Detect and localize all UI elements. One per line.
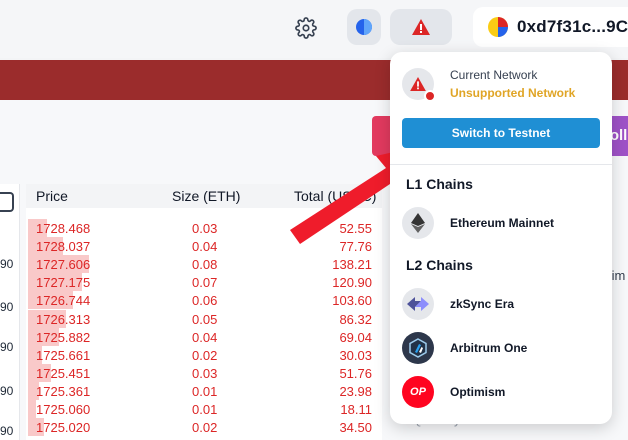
row-size: 0.01 bbox=[192, 383, 218, 399]
optimism-badge-text: OP bbox=[410, 386, 426, 398]
row-price: 1728.468 bbox=[36, 221, 91, 236]
orderbook-row[interactable]: 1725.060 0.01 18.11 bbox=[26, 400, 382, 418]
camera-icon[interactable] bbox=[0, 192, 14, 212]
orderbook-row[interactable]: 1726.744 0.06 103.60 bbox=[26, 291, 382, 310]
row-size: 0.01 bbox=[192, 402, 218, 417]
switch-network-button[interactable]: Switch to Testnet bbox=[402, 118, 600, 148]
network-item-label: Optimism bbox=[450, 385, 506, 399]
row-total: 69.04 bbox=[339, 329, 372, 345]
arbitrum-icon bbox=[402, 332, 434, 364]
column-header-size: Size (ETH) bbox=[172, 188, 241, 204]
gear-icon[interactable] bbox=[295, 17, 317, 39]
row-total: 18.11 bbox=[340, 402, 372, 417]
row-total: 120.90 bbox=[332, 275, 372, 291]
network-item-ethereum[interactable]: Ethereum Mainnet bbox=[390, 203, 612, 243]
row-price: 1725.361 bbox=[36, 383, 91, 399]
row-total: 51.76 bbox=[339, 365, 372, 381]
network-dropdown: Current Network Unsupported Network Swit… bbox=[390, 52, 612, 424]
zksync-icon bbox=[402, 288, 434, 320]
row-size: 0.02 bbox=[192, 347, 218, 363]
ethereum-icon bbox=[402, 207, 434, 239]
half-moon-icon bbox=[356, 19, 372, 35]
wallet-avatar-icon bbox=[488, 17, 508, 37]
row-total: 103.60 bbox=[332, 293, 372, 309]
orderbook-row[interactable]: 1727.175 0.07 120.90 bbox=[26, 273, 382, 292]
theme-toggle-button[interactable] bbox=[347, 9, 381, 45]
left-value: 90 bbox=[0, 300, 14, 314]
orderbook-row[interactable]: 1726.313 0.05 86.32 bbox=[26, 309, 382, 328]
row-size: 0.06 bbox=[192, 293, 218, 309]
row-size: 0.07 bbox=[192, 275, 218, 291]
row-price: 1728.037 bbox=[36, 239, 91, 255]
row-price: 1727.606 bbox=[36, 257, 91, 273]
row-size: 0.04 bbox=[192, 239, 218, 255]
row-price: 1725.451 bbox=[36, 365, 91, 381]
orderbook-row[interactable]: 1725.661 0.02 30.03 bbox=[26, 345, 382, 364]
network-item-arbitrum[interactable]: Arbitrum One bbox=[390, 328, 612, 368]
wallet-address: 0xd7f31c...9C9 bbox=[517, 17, 628, 36]
row-total: 34.50 bbox=[339, 420, 372, 436]
left-value: 90 bbox=[0, 424, 14, 438]
warning-icon bbox=[412, 19, 430, 35]
row-price: 1725.060 bbox=[36, 402, 91, 417]
left-value: 90 bbox=[0, 384, 14, 398]
row-price: 1725.882 bbox=[36, 329, 91, 345]
left-value: 90 bbox=[0, 340, 14, 354]
wallet-button[interactable]: 0xd7f31c...9C9 bbox=[473, 7, 628, 47]
column-header-price: Price bbox=[36, 188, 68, 204]
row-price: 1726.313 bbox=[36, 311, 91, 327]
network-item-zksync[interactable]: zkSync Era bbox=[390, 284, 612, 324]
row-total: 23.98 bbox=[339, 383, 372, 399]
row-size: 0.03 bbox=[192, 221, 218, 236]
network-item-label: zkSync Era bbox=[450, 297, 515, 311]
row-total: 30.03 bbox=[339, 347, 372, 363]
network-item-optimism[interactable]: OP Optimism bbox=[390, 372, 612, 412]
orderbook-row[interactable]: 1725.451 0.03 51.76 bbox=[26, 363, 382, 382]
row-price: 1725.020 bbox=[36, 420, 91, 436]
current-network-status: Unsupported Network bbox=[450, 86, 576, 100]
row-size: 0.05 bbox=[192, 311, 218, 327]
top-bar: 0xd7f31c...9C9 bbox=[0, 0, 628, 58]
row-price: 1726.744 bbox=[36, 293, 91, 309]
left-value: 90 bbox=[0, 257, 14, 271]
orderbook-row[interactable]: 1725.361 0.01 23.98 bbox=[26, 381, 382, 400]
orderbook-row[interactable]: 1727.606 0.08 138.21 bbox=[26, 255, 382, 274]
orderbook-row[interactable]: 1725.882 0.04 69.04 bbox=[26, 327, 382, 346]
network-item-label: Ethereum Mainnet bbox=[450, 216, 555, 230]
disconnected-dot-icon bbox=[424, 90, 436, 102]
row-price: 1725.661 bbox=[36, 347, 91, 363]
l2-chains-title: L2 Chains bbox=[406, 257, 473, 273]
divider bbox=[390, 164, 612, 165]
row-price: 1727.175 bbox=[36, 275, 91, 291]
network-selector-button[interactable] bbox=[390, 9, 452, 45]
orderbook-row[interactable]: 1725.020 0.02 34.50 bbox=[26, 418, 382, 437]
current-network-label: Current Network bbox=[450, 68, 538, 82]
row-size: 0.04 bbox=[192, 329, 218, 345]
network-item-label: Arbitrum One bbox=[450, 341, 528, 355]
row-total: 138.21 bbox=[332, 257, 372, 273]
row-size: 0.02 bbox=[192, 420, 218, 436]
row-total: 86.32 bbox=[339, 311, 372, 327]
row-size: 0.08 bbox=[192, 257, 218, 273]
optimism-icon: OP bbox=[402, 376, 434, 408]
row-size: 0.03 bbox=[192, 365, 218, 381]
l1-chains-title: L1 Chains bbox=[406, 176, 473, 192]
warning-icon bbox=[410, 77, 426, 91]
